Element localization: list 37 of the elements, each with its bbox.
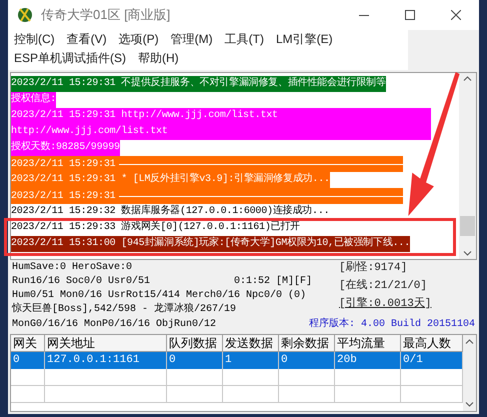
menu-item[interactable]: LM引擎(E) (276, 30, 345, 49)
table-cell: 0 (279, 352, 335, 369)
status-text: [在线:21/21/0] (338, 279, 428, 293)
window-title: 传奇大学01区 [商业版] (41, 6, 170, 24)
close-icon (451, 10, 461, 20)
app-logo-icon (16, 6, 34, 24)
status-text: [刷怪:9174] (338, 261, 408, 275)
menu-item[interactable]: 管理(M) (170, 30, 225, 49)
engine-link[interactable]: [引擎:0.0013天] (335, 297, 475, 311)
scroll-thumb[interactable] (460, 216, 475, 236)
menu-item[interactable]: 控制(C) (14, 30, 67, 49)
status-text: Hum0/51 Mon0/16 UsrRot15/414 Merch0/16 Npc0/0 (0) (12, 289, 306, 302)
table-cell: 20b (335, 352, 401, 369)
status-text: 0:1:52 [M][F] (234, 275, 312, 289)
scroll-up-icon (465, 339, 474, 344)
status-text: HumSave:0 HeroSave:0 (12, 261, 132, 275)
status-text: 惊天巨兽[Boss],542/598 - 龙潭冰狼/267/19 (12, 303, 236, 317)
scroll-up-icon (463, 76, 472, 81)
scrollbar[interactable] (459, 73, 476, 259)
menu-item[interactable]: 帮助(H) (138, 49, 191, 68)
menu-item[interactable]: ESP单机调试插件(S) (14, 49, 138, 68)
table-cell: 1 (223, 352, 279, 369)
menu-item[interactable]: 工具(T) (224, 30, 276, 49)
table-cell: 127.0.0.1:1161 (45, 352, 167, 369)
status-text: Run16/16 Soc0/0 Usr0/51 (12, 275, 152, 289)
table-row[interactable]: 0 127.0.0.1:1161 0 1 0 20b 0/1 (11, 352, 463, 369)
scrollbar[interactable] (463, 335, 476, 411)
scroll-down-icon (465, 402, 474, 407)
menu-item[interactable]: 查看(V) (66, 30, 119, 49)
table-cell: 0 (167, 352, 223, 369)
status-text: MonG0/16/16 MonP0/16/16 ObjRun0/12 (12, 318, 216, 332)
maximize-icon (405, 10, 415, 20)
minimize-icon (359, 14, 369, 16)
table-cell: 0 (11, 352, 45, 369)
scroll-down-icon (463, 251, 472, 256)
version-text: 程序版本: 4.00 Build 20151104 (308, 318, 475, 332)
menu-item[interactable]: 选项(P) (118, 30, 171, 49)
